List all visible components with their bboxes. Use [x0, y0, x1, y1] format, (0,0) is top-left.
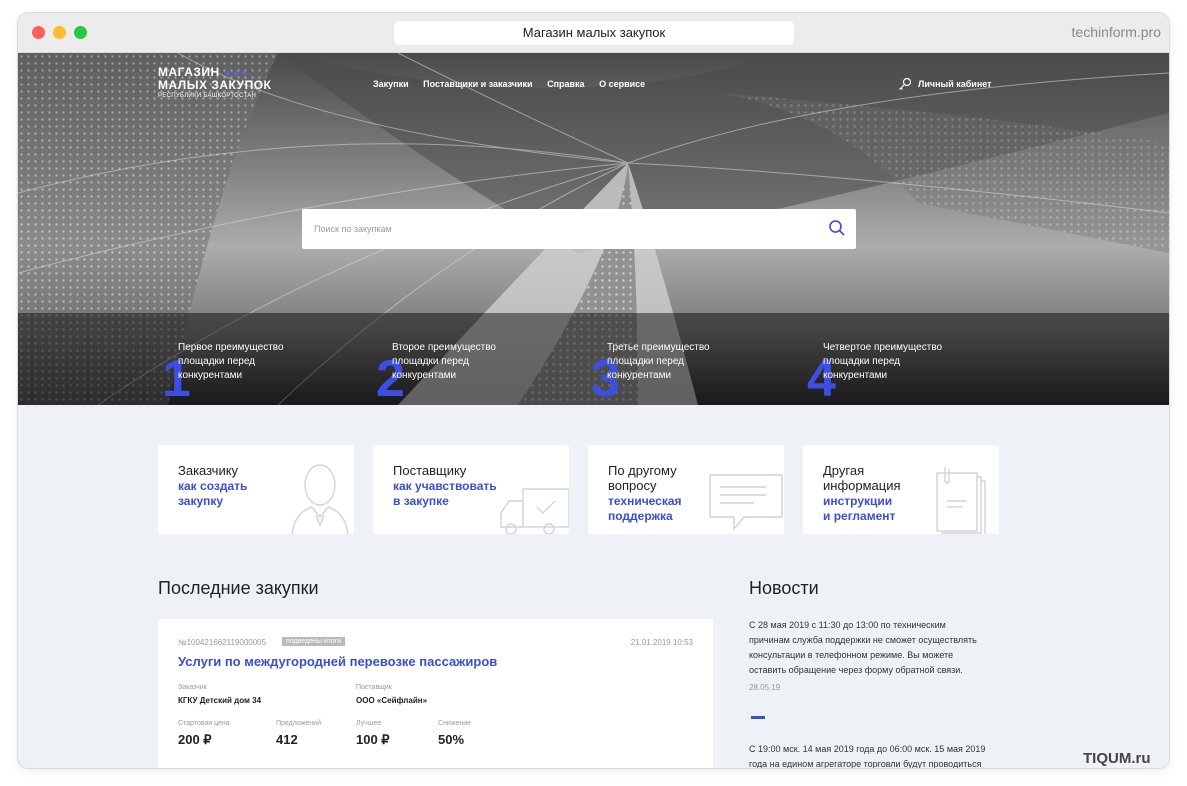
person-icon [291, 464, 349, 534]
nav-item-help[interactable]: Справка [547, 79, 584, 89]
card-link[interactable]: и регламент [823, 509, 895, 524]
reduction-value: 50% [438, 732, 465, 747]
start-price-value: 200 ₽ [178, 732, 212, 747]
hero-banner: МАГАЗИН МАЛЫХ ЗАКУПОК РЕСПУБЛИКИ БАШКОРТ… [18, 53, 1169, 405]
card-link[interactable]: техническая [608, 494, 682, 509]
best-value: 100 ₽ [356, 732, 390, 747]
latest-purchases-title: Последние закупки [158, 578, 319, 598]
main-nav: Закупки Поставщики и заказчики Справка О… [373, 79, 657, 89]
card-title: вопросу [608, 478, 657, 493]
search-input[interactable] [314, 219, 794, 239]
logo-line-3: РЕСПУБЛИКИ БАШКОРТОСТАН [158, 93, 257, 99]
logo-line-1: МАГАЗИН [158, 65, 220, 79]
documents-icon [936, 467, 986, 534]
advantage-3: 3 Третье преимущество площадки перед конку… [591, 341, 787, 405]
news-item[interactable]: С 28 мая 2019 с 11:30 до 13:00 по технич… [749, 618, 1009, 678]
offers-value: 412 [276, 732, 298, 747]
card-link[interactable]: как учавствовать [393, 479, 497, 494]
card-supplier[interactable]: Поставщику как учавствовать в закупке [373, 445, 569, 534]
card-support[interactable]: По другому вопросу техническая поддержка [588, 445, 784, 534]
card-link[interactable]: поддержка [608, 509, 673, 524]
card-link[interactable]: в закупке [393, 494, 449, 509]
news-date: 28.05.19 [749, 683, 781, 692]
card-customer[interactable]: Заказчику как создать закупку [158, 445, 354, 534]
offers-label: Предложений [276, 720, 321, 727]
browser-window: Магазин малых закупок techinform.pro МАГ… [18, 13, 1169, 768]
card-title: По другому [608, 463, 677, 478]
domain-label: techinform.pro [1071, 24, 1161, 40]
personal-cabinet-link[interactable]: Личный кабинет [898, 77, 992, 91]
card-title: информация [823, 478, 901, 493]
watermark: TIQUM.ru [1083, 750, 1151, 767]
news-divider [751, 716, 765, 719]
advantage-4: 4 Четвертое преимущество площадки перед ко… [807, 341, 1003, 405]
address-bar[interactable]: Магазин малых закупок [394, 21, 794, 45]
chat-icon [709, 474, 783, 531]
supplier-value: ООО «Сейфлайн» [356, 696, 428, 705]
advantage-text: Третье преимущество площадки перед конкуре… [607, 342, 710, 381]
purchase-title[interactable]: Услуги по междугородней перевозке пассаж… [178, 654, 497, 669]
reduction-label: Снижение [438, 720, 472, 727]
customer-value: КГКУ Детский дом 34 [178, 696, 262, 705]
card-title: Другая [823, 463, 865, 478]
card-title: Поставщику [393, 463, 467, 478]
card-title: Заказчику [178, 463, 239, 478]
advantage-text: Четвертое преимущество площадки перед конк… [823, 342, 943, 381]
card-documents[interactable]: Другая информация инструкции и регламент [803, 445, 999, 534]
nav-item-suppliers[interactable]: Поставщики и заказчики [423, 79, 532, 89]
card-link[interactable]: как создать [178, 479, 247, 494]
maximize-window-button[interactable] [74, 26, 87, 39]
status-badge: подведены итоги [282, 637, 346, 646]
start-price-label: Стартовая цена [178, 720, 230, 727]
advantage-2: 2 Второе преимущество площадки перед конку… [376, 341, 572, 405]
site-logo[interactable]: МАГАЗИН МАЛЫХ ЗАКУПОК РЕСПУБЛИКИ БАШКОРТ… [158, 65, 272, 100]
supplier-label: Поставщик [356, 684, 392, 691]
title-bar: Магазин малых закупок techinform.pro [18, 13, 1169, 53]
key-icon [899, 77, 912, 90]
minimize-window-button[interactable] [53, 26, 66, 39]
news-title: Новости [749, 578, 819, 598]
card-link[interactable]: закупку [178, 494, 223, 509]
purchase-card[interactable]: №100421662119000005 подведены итоги 21.0… [158, 619, 713, 768]
purchase-number: №100421662119000005 [178, 638, 267, 647]
cabinet-label: Личный кабинет [918, 79, 992, 89]
advantage-text: Первое преимущество площадки перед конкуре… [178, 342, 284, 381]
card-link[interactable]: инструкции [823, 494, 892, 509]
close-window-button[interactable] [32, 26, 45, 39]
truck-icon [500, 488, 569, 534]
search-box [302, 209, 856, 249]
logo-line-2: МАЛЫХ ЗАКУПОК [158, 78, 272, 92]
advantage-1: 1 Первое преимущество площадки перед конку… [162, 341, 358, 405]
search-icon[interactable] [828, 219, 846, 237]
purchase-date: 21.01.2019 10:53 [630, 638, 693, 647]
nav-item-about[interactable]: О сервисе [599, 79, 645, 89]
news-item[interactable]: С 19:00 мск. 14 мая 2019 года до 06:00 м… [749, 742, 1009, 768]
best-label: Лучшее [356, 720, 382, 727]
nav-item-purchases[interactable]: Закупки [373, 79, 409, 89]
customer-label: Заказчик [178, 684, 207, 691]
advantage-text: Второе преимущество площадки перед конкуре… [392, 342, 496, 381]
